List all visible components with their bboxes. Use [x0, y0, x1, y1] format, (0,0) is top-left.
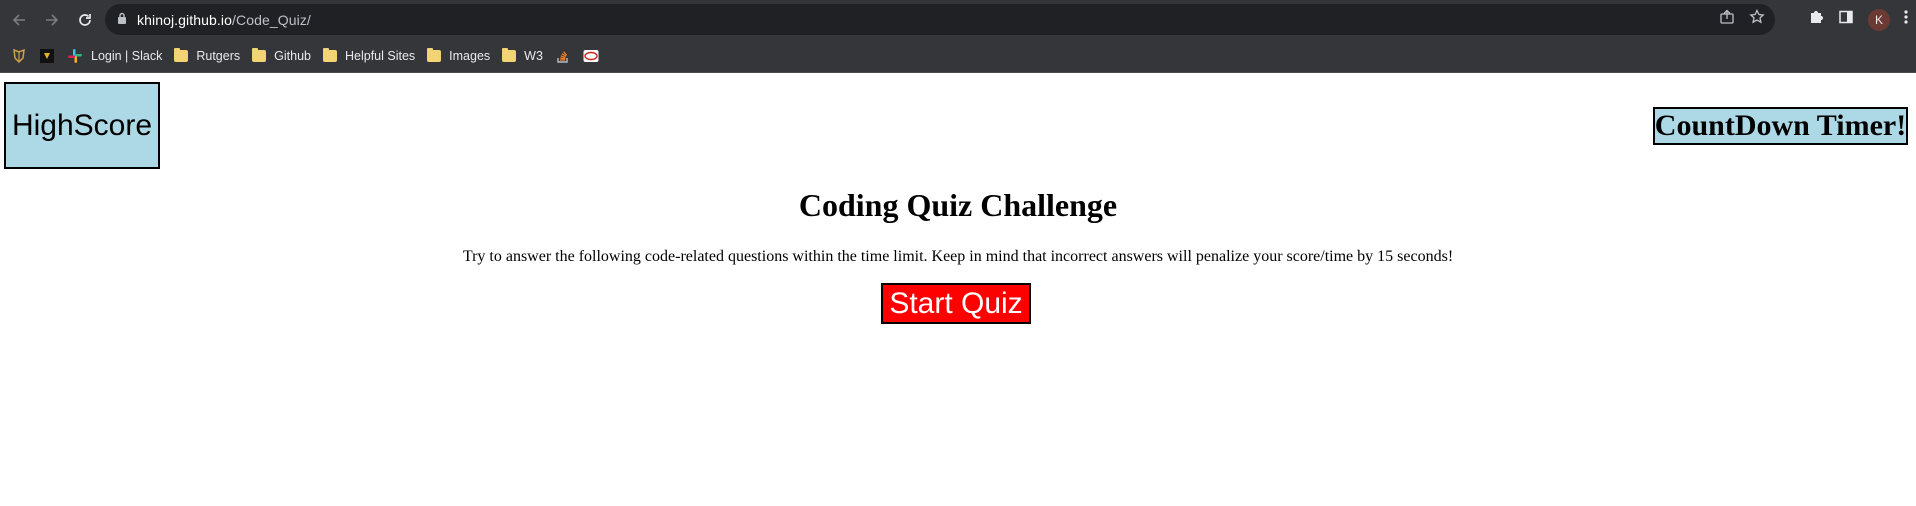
highscore-button[interactable]: HighScore	[4, 82, 160, 169]
bookmark-slack[interactable]: Login | Slack	[61, 43, 168, 69]
lock-icon	[117, 11, 127, 29]
back-arrow-icon	[12, 13, 25, 26]
profile-avatar[interactable]: K	[1868, 8, 1890, 31]
reload-icon	[79, 13, 91, 26]
bookmark-stackoverflow[interactable]	[549, 43, 577, 69]
adp-icon	[583, 48, 599, 64]
forward-button[interactable]	[37, 5, 67, 35]
bookmark-label: Rutgers	[196, 48, 241, 63]
bookmark-dark-square[interactable]	[33, 43, 61, 69]
bookmark-folder-w3[interactable]: W3	[496, 43, 549, 69]
share-icon[interactable]	[1719, 9, 1735, 30]
folder-icon	[502, 47, 517, 62]
browser-toolbar: khinoj.github.io/Code_Quiz/ K	[0, 0, 1916, 39]
bookmark-folder-rutgers[interactable]: Rutgers	[168, 43, 246, 69]
bookmark-label: Login | Slack	[91, 48, 163, 63]
kebab-menu-icon[interactable]	[1904, 9, 1908, 30]
bookmark-label: Helpful Sites	[344, 48, 416, 63]
stackoverflow-icon	[555, 48, 571, 64]
shield-logo-icon	[11, 48, 27, 64]
address-bar[interactable]: khinoj.github.io/Code_Quiz/	[105, 4, 1775, 35]
bookmark-star-icon[interactable]	[1749, 8, 1765, 30]
quiz-instructions: Try to answer the following code-related…	[462, 248, 1454, 265]
bookmark-label: Github	[274, 48, 311, 63]
reload-button[interactable]	[70, 5, 100, 35]
page-content: HighScore CountDown Timer! Coding Quiz C…	[0, 73, 1916, 506]
side-panel-icon[interactable]	[1838, 9, 1854, 30]
bookmark-label: Images	[449, 48, 491, 63]
bookmark-folder-images[interactable]: Images	[421, 43, 496, 69]
dark-square-logo-icon	[39, 48, 55, 64]
bookmarks-bar: Login | Slack Rutgers Github Helpful Sit…	[0, 39, 1916, 73]
extensions-puzzle-icon[interactable]	[1808, 9, 1824, 30]
start-quiz-button[interactable]: Start Quiz	[881, 283, 1031, 324]
folder-icon	[174, 47, 189, 62]
bookmark-adp[interactable]	[577, 43, 605, 69]
folder-icon	[252, 47, 267, 62]
bookmark-label: W3	[524, 48, 543, 63]
bookmark-folder-helpful-sites[interactable]: Helpful Sites	[317, 43, 421, 69]
url-text: khinoj.github.io/Code_Quiz/	[137, 12, 311, 28]
page-title: Coding Quiz Challenge	[798, 187, 1118, 223]
forward-arrow-icon	[46, 13, 59, 26]
bookmark-folder-github[interactable]: Github	[246, 43, 317, 69]
countdown-timer: CountDown Timer!	[1653, 107, 1908, 145]
folder-icon	[322, 47, 337, 62]
back-button[interactable]	[4, 5, 34, 35]
slack-icon	[67, 48, 83, 64]
url-path: /Code_Quiz/	[232, 11, 311, 28]
folder-icon	[427, 47, 442, 62]
bookmark-shield[interactable]	[5, 43, 33, 69]
url-host: khinoj.github.io	[137, 11, 232, 28]
